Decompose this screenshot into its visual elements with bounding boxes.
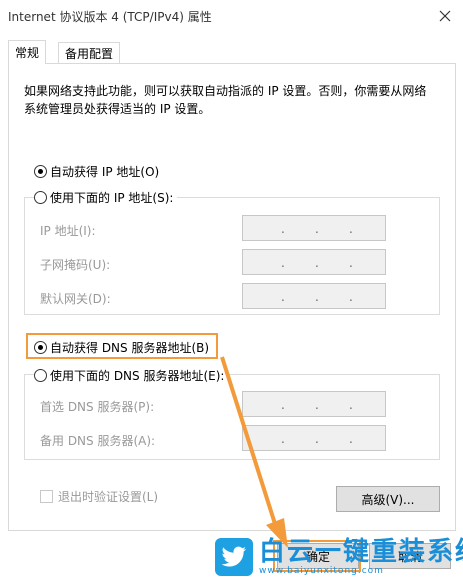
ip-auto-option[interactable]: 自动获得 IP 地址(O) <box>34 163 159 180</box>
dns-manual-option[interactable]: 使用下面的 DNS 服务器地址(E): <box>34 367 229 384</box>
ip-manual-label: 使用下面的 IP 地址(S): <box>50 191 174 205</box>
validate-on-exit-checkbox[interactable] <box>40 490 53 503</box>
alternate-dns-label: 备用 DNS 服务器(A): <box>40 434 156 448</box>
window-title: Internet 协议版本 4 (TCP/IPv4) 属性 <box>8 10 212 24</box>
ip-manual-option[interactable]: 使用下面的 IP 地址(S): <box>34 189 178 206</box>
validate-on-exit-option[interactable]: 退出时验证设置(L) <box>40 488 158 505</box>
subnet-mask-input[interactable]: . . . <box>242 249 386 275</box>
default-gateway-input[interactable]: . . . <box>242 283 386 309</box>
close-button[interactable] <box>433 4 457 28</box>
advanced-button[interactable]: 高级(V)... <box>336 486 440 512</box>
watermark-brand: 白云一键重装系统 <box>259 536 463 567</box>
watermark-url: www.baiyunxitong.com <box>259 565 384 576</box>
ip-auto-radio[interactable] <box>34 165 47 178</box>
dns-auto-label: 自动获得 DNS 服务器地址(B) <box>50 341 210 355</box>
dns-manual-label: 使用下面的 DNS 服务器地址(E): <box>50 369 225 383</box>
preferred-dns-label: 首选 DNS 服务器(P): <box>40 400 155 414</box>
preferred-dns-input[interactable]: . . . <box>242 391 386 417</box>
subnet-mask-label: 子网掩码(U): <box>40 258 111 272</box>
default-gateway-label: 默认网关(D): <box>40 292 111 306</box>
tab-alternate-config[interactable]: 备用配置 <box>58 42 121 64</box>
tab-general[interactable]: 常规 <box>8 40 47 64</box>
dns-auto-option[interactable]: 自动获得 DNS 服务器地址(B) <box>34 339 209 356</box>
bird-icon <box>215 538 253 576</box>
title-bar: Internet 协议版本 4 (TCP/IPv4) 属性 <box>0 0 463 32</box>
ip-address-label: IP 地址(I): <box>40 224 96 238</box>
close-icon <box>439 10 451 22</box>
dns-auto-radio[interactable] <box>34 341 47 354</box>
alternate-dns-input[interactable]: . . . <box>242 425 386 451</box>
description-text: 如果网络支持此功能，则可以获取自动指派的 IP 设置。否则，你需要从网络系统管理… <box>24 84 427 116</box>
dns-manual-radio[interactable] <box>34 369 47 382</box>
watermark: 白云一键重装系统 www.baiyunxitong.com <box>215 536 463 578</box>
ip-address-input[interactable]: . . . <box>242 215 386 241</box>
ip-auto-label: 自动获得 IP 地址(O) <box>50 165 160 179</box>
validate-on-exit-label: 退出时验证设置(L) <box>58 490 159 504</box>
ip-manual-radio[interactable] <box>34 191 47 204</box>
